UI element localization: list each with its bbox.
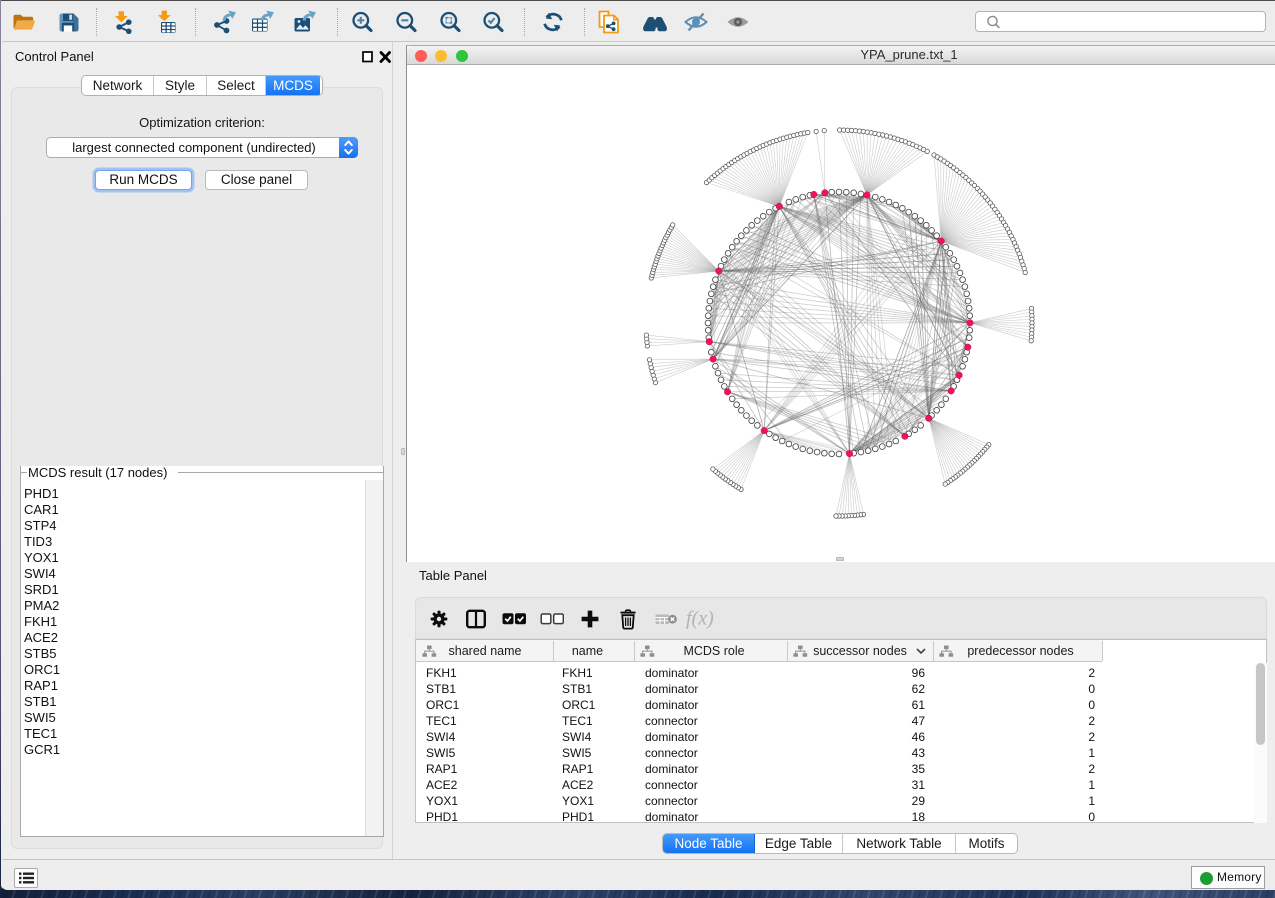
svg-text:f(x): f(x)	[686, 608, 714, 630]
